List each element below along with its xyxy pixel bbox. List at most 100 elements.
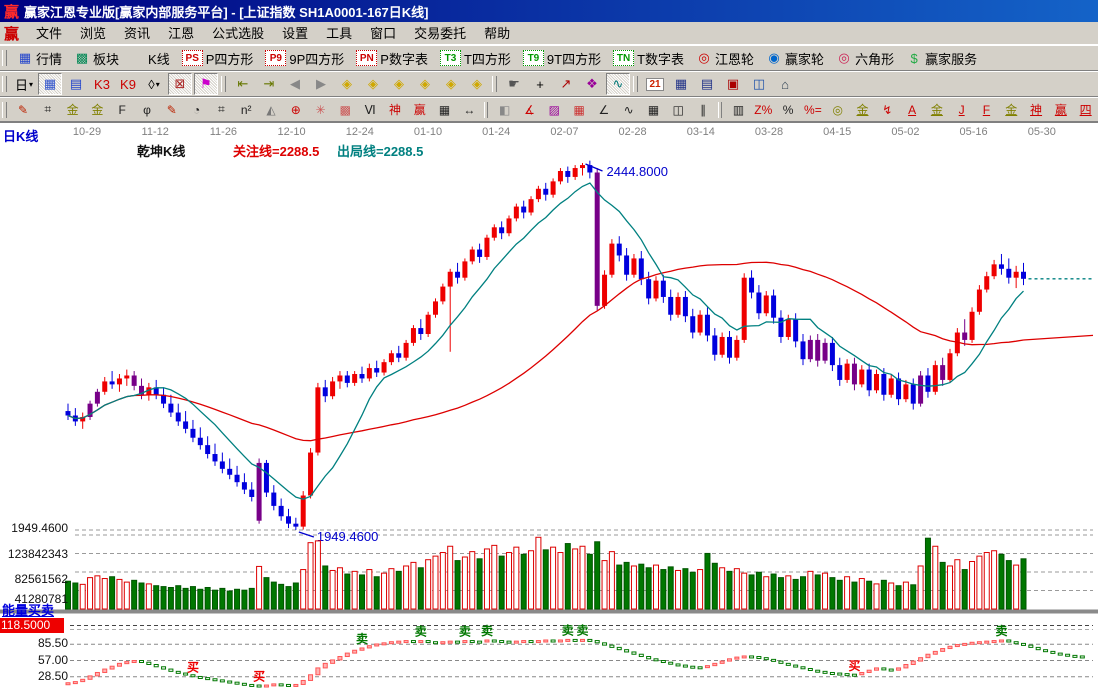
- ying-angle-button[interactable]: 赢: [1049, 100, 1072, 120]
- period-day-dropdown[interactable]: 日▾: [12, 73, 36, 95]
- candle-style-dropdown[interactable]: ◊▾: [142, 73, 166, 95]
- menu-item-7[interactable]: 窗口: [361, 24, 405, 43]
- comb-tool-button[interactable]: ⌗: [36, 100, 59, 120]
- grid-b-button[interactable]: ◫: [667, 100, 690, 120]
- marker-pen-button[interactable]: ✎: [160, 100, 183, 120]
- p9-square-button[interactable]: P99P四方形: [259, 48, 350, 69]
- compress-vertical-button[interactable]: ◈: [439, 73, 463, 95]
- menu-item-3[interactable]: 江恩: [159, 24, 203, 43]
- ying-comb-button[interactable]: 赢: [408, 100, 431, 120]
- first-page-button[interactable]: ⇤: [231, 73, 255, 95]
- indicator-name[interactable]: 能量买卖: [2, 604, 54, 617]
- winner-wheel-button[interactable]: ◉赢家轮: [760, 48, 830, 69]
- prev-page-button[interactable]: ◀: [283, 73, 307, 95]
- web-box-button[interactable]: ▩: [334, 100, 357, 120]
- kline-button[interactable]: K线: [125, 48, 176, 69]
- next-page-button[interactable]: ▶: [309, 73, 333, 95]
- gann-wheel-button[interactable]: ◎江恩轮: [690, 48, 760, 69]
- gold-angle-button[interactable]: 金: [925, 100, 948, 120]
- qiankun-pattern-button[interactable]: ⊠: [168, 73, 192, 95]
- t-number-button[interactable]: TNT数字表: [607, 48, 690, 69]
- quotes-button[interactable]: ▦行情: [11, 48, 68, 69]
- gold-comb-button[interactable]: 金: [61, 100, 84, 120]
- purple-fan-button[interactable]: ▨: [543, 100, 566, 120]
- wave-tool-button[interactable]: ∿: [606, 73, 630, 95]
- menu-item-4[interactable]: 公式选股: [203, 24, 273, 43]
- winner-service-button[interactable]: $赢家服务: [900, 48, 983, 69]
- volume-flag-button[interactable]: ⚑: [194, 73, 218, 95]
- pen-tool-button[interactable]: ✎: [12, 100, 35, 120]
- remote-data-button[interactable]: ⌂: [773, 73, 797, 95]
- menu-item-8[interactable]: 交易委托: [405, 24, 475, 43]
- hexagon-button[interactable]: ◎六角形: [830, 48, 900, 69]
- grid-a-button[interactable]: ▦: [642, 100, 665, 120]
- calendar-button[interactable]: 21: [643, 73, 667, 95]
- spiral-tool-button[interactable]: φ: [136, 100, 159, 120]
- red-web-button[interactable]: ✳: [309, 100, 332, 120]
- pan-right-button[interactable]: ◈: [361, 73, 385, 95]
- ink-line-button[interactable]: ↯: [876, 100, 899, 120]
- calculator-button[interactable]: ▦: [669, 73, 693, 95]
- red-fan-button[interactable]: ∡: [518, 100, 541, 120]
- gold-circle-button[interactable]: ◎: [826, 100, 849, 120]
- k9-lines-button[interactable]: K9: [116, 73, 140, 95]
- percent-line-button[interactable]: %=: [801, 100, 824, 120]
- width-arrows-button[interactable]: ↔: [458, 100, 481, 120]
- a-angle-button[interactable]: A: [901, 100, 924, 120]
- parallel-button[interactable]: ∥: [692, 100, 715, 120]
- svg-text:03-28: 03-28: [755, 126, 783, 138]
- menu-item-6[interactable]: 工具: [317, 24, 361, 43]
- red-grid-button[interactable]: ▦: [568, 100, 591, 120]
- shen-angle-button[interactable]: 神: [1025, 100, 1048, 120]
- export-web-button[interactable]: ◫: [747, 73, 771, 95]
- model-label: 乾坤K线: [137, 145, 185, 158]
- p-number-button[interactable]: PNP数字表: [350, 48, 434, 69]
- time-circle-button[interactable]: ◔: [185, 100, 208, 120]
- percent-button[interactable]: %: [777, 100, 800, 120]
- t9-square-button[interactable]: T99T四方形: [517, 48, 607, 69]
- k3-lines-button[interactable]: K3: [90, 73, 114, 95]
- angle-mirror-button[interactable]: ◭: [260, 100, 283, 120]
- z-percent-button[interactable]: Z%: [752, 100, 775, 120]
- last-page-button[interactable]: ⇥: [257, 73, 281, 95]
- chart-layout-button[interactable]: ▦: [38, 73, 62, 95]
- gold-comb2-button[interactable]: 金: [86, 100, 109, 120]
- menu-item-2[interactable]: 资讯: [115, 24, 159, 43]
- trendline-tool-button[interactable]: ↗: [554, 73, 578, 95]
- gann-tools-button[interactable]: ❖: [580, 73, 604, 95]
- gold-line-button[interactable]: 金: [851, 100, 874, 120]
- compress-horizontal-button[interactable]: ◈: [413, 73, 437, 95]
- square-anchor-button[interactable]: ◧: [493, 100, 516, 120]
- save-button[interactable]: ▣: [721, 73, 745, 95]
- period-label[interactable]: 日K线: [3, 130, 38, 143]
- j-angle-button[interactable]: J: [950, 100, 973, 120]
- menu-item-5[interactable]: 设置: [273, 24, 317, 43]
- si-angle-button[interactable]: 四: [1074, 100, 1097, 120]
- f-comb-button[interactable]: F: [111, 100, 134, 120]
- memo-button[interactable]: ▤: [695, 73, 719, 95]
- gold-angle2-button[interactable]: 金: [1000, 100, 1023, 120]
- menu-item-9[interactable]: 帮助: [475, 24, 519, 43]
- shen-comb-button[interactable]: 神: [384, 100, 407, 120]
- grid123-button[interactable]: ▦: [433, 100, 456, 120]
- menu-item-1[interactable]: 浏览: [71, 24, 115, 43]
- sectors-button[interactable]: ▩板块: [68, 48, 125, 69]
- bar-scale-button[interactable]: ▥: [727, 100, 750, 120]
- p-square-button[interactable]: PSP四方形: [176, 48, 260, 69]
- hand-tool-button[interactable]: ☛: [502, 73, 526, 95]
- expand-horizontal-button[interactable]: ◈: [387, 73, 411, 95]
- angle-lines-button[interactable]: ∠: [593, 100, 616, 120]
- zigzag-button[interactable]: ∿: [617, 100, 640, 120]
- expand-all-button[interactable]: ◈: [465, 73, 489, 95]
- circle-cross-button[interactable]: ⊕: [284, 100, 307, 120]
- scale-comb-button[interactable]: ⌗: [210, 100, 233, 120]
- f-angle-button[interactable]: F: [975, 100, 998, 120]
- pan-left-button[interactable]: ◈: [335, 73, 359, 95]
- crosshair-tool-button[interactable]: +: [528, 73, 552, 95]
- t-square-button[interactable]: T3T四方形: [434, 48, 517, 69]
- chart-canvas[interactable]: 10-2911-1211-2612-1012-2401-1001-2402-07…: [0, 123, 1098, 695]
- info-panel-button[interactable]: ▤: [64, 73, 88, 95]
- menu-item-0[interactable]: 文件: [27, 24, 71, 43]
- roman-tool-button[interactable]: Ⅵ: [359, 100, 382, 120]
- n-squared-button[interactable]: n²: [235, 100, 258, 120]
